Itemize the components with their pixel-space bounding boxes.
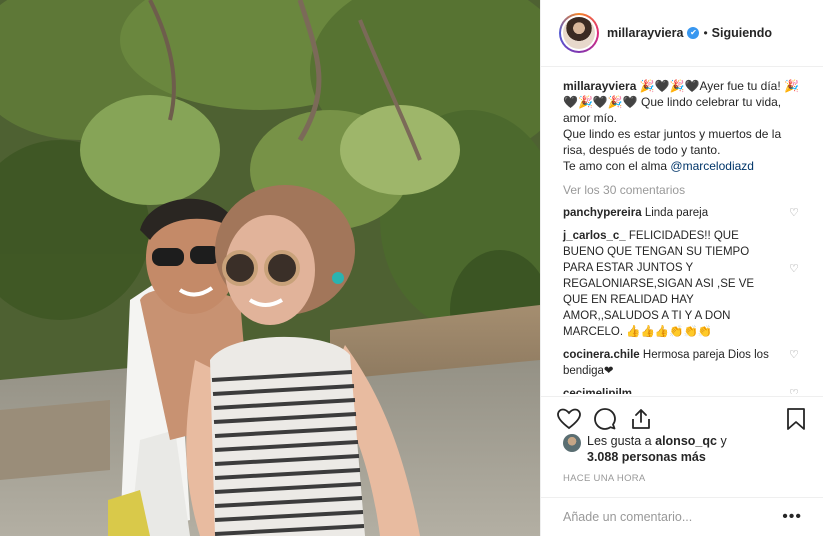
share-icon [632, 408, 650, 429]
comment-input[interactable] [563, 510, 783, 524]
heart-icon [557, 408, 581, 429]
comment-username[interactable]: cocinera.chile [563, 349, 640, 361]
comment-text: FELICIDADES!! QUE BUENO QUE TENGAN SU TI… [563, 230, 755, 338]
more-options-icon[interactable]: ••• [782, 508, 802, 526]
bookmark-icon [787, 407, 805, 430]
post-timestamp[interactable]: HACE UNA HORA [563, 473, 646, 484]
add-comment-bar: ••• [541, 497, 823, 536]
comment-like-heart-icon[interactable]: ♡ [789, 389, 800, 395]
comment-item: j_carlos_c_ FELICIDADES!! QUE BUENO QUE … [563, 228, 802, 340]
instagram-post-view: millarayviera ✔ • Siguiendo millarayvier… [0, 0, 823, 536]
comment-like-heart-icon[interactable]: ♡ [789, 208, 800, 219]
comment-like-heart-icon[interactable]: ♡ [789, 264, 800, 275]
save-button[interactable] [782, 405, 810, 433]
comment-like-heart-icon[interactable]: ♡ [789, 350, 800, 361]
like-button[interactable] [555, 405, 583, 433]
comment-item: cocinera.chile Hermosa pareja Dios los b… [563, 347, 802, 379]
comment-item: cecimelipilm 😻 ♡ [563, 386, 802, 394]
liker-username-link[interactable]: alonso_qc [655, 434, 717, 448]
separator-dot: • [703, 26, 708, 40]
liker-avatar[interactable] [563, 434, 581, 452]
following-button[interactable]: Siguiendo [712, 26, 772, 40]
username-link[interactable]: millarayviera [607, 26, 683, 40]
comment-text: Linda pareja [644, 207, 709, 219]
post-photo-image [0, 0, 540, 536]
post-sidebar: millarayviera ✔ • Siguiendo millarayvier… [540, 0, 823, 536]
caption-text-line3: Te amo con el alma [563, 159, 668, 173]
likes-count-link[interactable]: 3.088 personas más [587, 450, 706, 464]
caption-mention-link[interactable]: @marcelodiazd [670, 159, 754, 173]
caption: millarayviera 🎉🖤🎉🖤Ayer fue tu día! 🎉🖤🎉🖤🎉… [563, 78, 802, 174]
likes-text: Les gusta a alonso_qc y 3.088 personas m… [587, 433, 727, 465]
comment-button[interactable] [591, 405, 619, 433]
comment-username[interactable]: panchypereira [563, 207, 642, 219]
comment-item: panchypereira Linda pareja ♡ [563, 205, 802, 221]
comment-username[interactable]: cecimelipilm [563, 388, 632, 394]
caption-username[interactable]: millarayviera [563, 79, 636, 93]
avatar[interactable] [559, 13, 599, 53]
comments-section[interactable]: millarayviera 🎉🖤🎉🖤Ayer fue tu día! 🎉🖤🎉🖤🎉… [541, 68, 823, 394]
post-header: millarayviera ✔ • Siguiendo [541, 0, 823, 67]
verified-badge-icon: ✔ [687, 27, 700, 39]
likes-summary: Les gusta a alonso_qc y 3.088 personas m… [563, 433, 813, 465]
likes-prefix: Les gusta a [587, 434, 652, 448]
likes-and: y [720, 434, 727, 448]
avatar-border [561, 15, 597, 51]
view-all-comments-link[interactable]: Ver los 30 comentarios [563, 183, 802, 197]
share-button[interactable] [627, 405, 655, 433]
avatar-image [563, 17, 595, 49]
comment-icon [594, 407, 616, 430]
caption-text-line2: Que lindo es estar juntos y muertos de l… [563, 127, 782, 157]
post-actions-bar [541, 396, 823, 434]
post-photo[interactable] [0, 0, 540, 536]
comment-username[interactable]: j_carlos_c_ [563, 230, 626, 242]
